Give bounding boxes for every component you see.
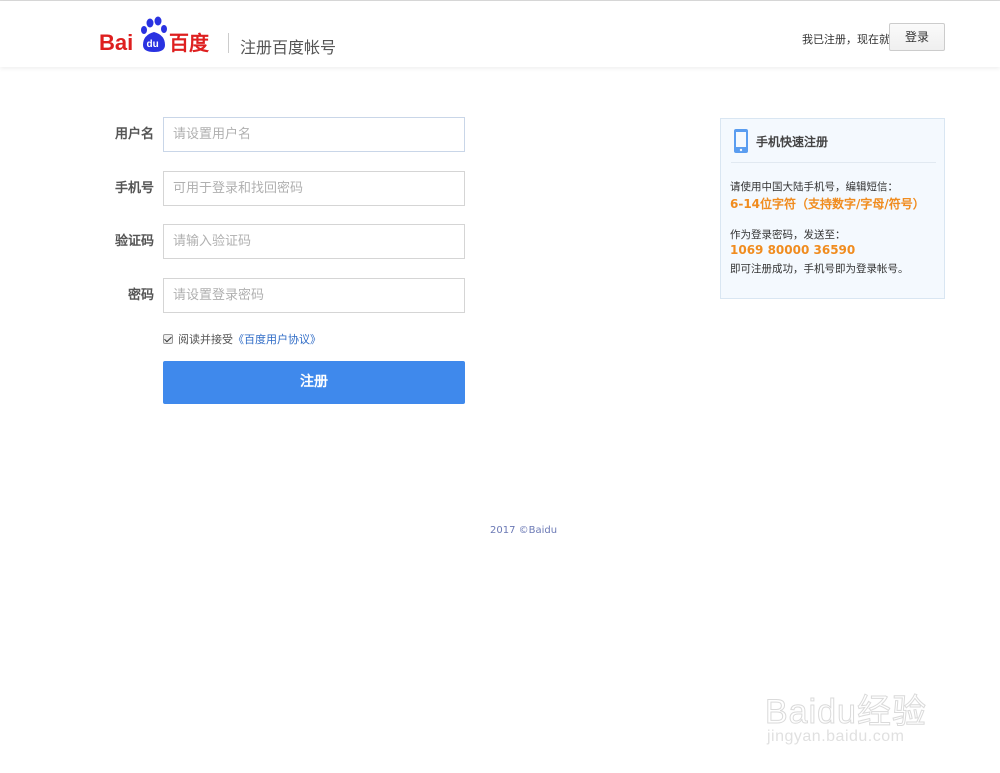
already-registered-text: 我已注册，现在就: [802, 33, 890, 46]
captcha-input[interactable]: [163, 224, 465, 259]
agreement: 阅读并接受 《百度用户协议》: [163, 331, 321, 347]
captcha-row: 验证码: [0, 224, 470, 259]
copyright: 2017 ©Baidu: [490, 525, 558, 536]
quick-register-panel: 手机快速注册 请使用中国大陆手机号，编辑短信： 6-14位字符（支持数字/字母/…: [720, 118, 945, 299]
password-input[interactable]: [163, 278, 465, 313]
captcha-label: 验证码: [114, 234, 154, 249]
password-label: 密码: [127, 288, 154, 303]
register-button[interactable]: 注册: [163, 361, 465, 404]
watermark-url: jingyan.baidu.com: [767, 728, 905, 745]
svg-text:du: du: [147, 39, 159, 50]
logo-bai: Bai: [99, 30, 133, 55]
panel-title: 手机快速注册: [756, 135, 829, 149]
username-row: 用户名: [0, 117, 470, 152]
svg-text:百度: 百度: [169, 31, 210, 55]
username-input[interactable]: [163, 117, 465, 152]
watermark: Baidu经验 jingyan.baidu.com: [765, 662, 955, 757]
agree-text: 阅读并接受: [178, 333, 233, 346]
login-button[interactable]: 登录: [889, 23, 945, 51]
logo-divider: [228, 33, 229, 53]
panel-line-2: 作为登录密码，发送至：: [730, 229, 846, 241]
panel-header: 手机快速注册: [731, 127, 936, 163]
username-label: 用户名: [114, 127, 154, 142]
agree-checkbox[interactable]: [163, 334, 173, 344]
watermark-text: Baidu经验: [765, 693, 927, 732]
sms-number-highlight: 1069 80000 36590: [730, 243, 856, 257]
phone-input[interactable]: [163, 171, 465, 206]
header: Bai du 百度 注册百度帐号 我已注册，现在就 登录: [0, 1, 1000, 67]
password-format-highlight: 6-14位字符（支持数字/字母/符号）: [730, 197, 925, 211]
panel-line-3: 即可注册成功，手机号即为登录帐号。: [730, 263, 909, 275]
paw-icon: du: [141, 16, 167, 52]
phone-row: 手机号: [0, 171, 470, 206]
agreement-link[interactable]: 《百度用户协议》: [233, 331, 321, 347]
page-title: 注册百度帐号: [240, 38, 337, 57]
password-row: 密码: [0, 278, 470, 313]
phone-label: 手机号: [114, 181, 154, 196]
mobile-phone-icon: [734, 129, 748, 153]
panel-line-1: 请使用中国大陆手机号，编辑短信：: [730, 181, 898, 193]
baidu-logo[interactable]: Bai du 百度: [99, 15, 219, 55]
